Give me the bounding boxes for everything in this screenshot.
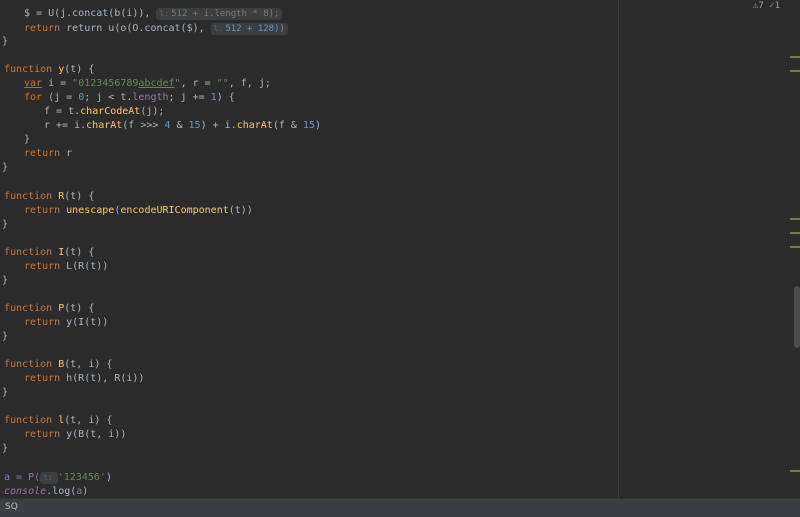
code-line: } <box>2 36 9 47</box>
error-stripe-marker[interactable] <box>790 70 800 72</box>
code-line: } <box>2 387 9 398</box>
code-editor[interactable]: $ = U(j.concat(b(i)), l: 512 + i.length *… <box>0 0 618 498</box>
code-line: } <box>2 275 9 286</box>
code-line: return h(R(t), R(i)) <box>24 373 145 384</box>
code-line: console.log(a) <box>4 486 89 497</box>
parameter-hint: t: <box>40 472 58 484</box>
vertical-scrollbar[interactable] <box>794 286 800 348</box>
code-line: r += i.charAt(f >>> 4 & 15) + i.charAt(f… <box>44 120 322 131</box>
code-line: return y(I(t)) <box>24 317 109 328</box>
code-line: function l(t, i) { <box>4 415 113 426</box>
error-stripe-marker[interactable] <box>790 218 800 220</box>
code-line: } <box>24 134 31 145</box>
code-line: return r <box>24 148 73 159</box>
code-line: return L(R(t)) <box>24 261 109 272</box>
code-line: a = P(t: '123456') <box>4 472 112 484</box>
code-line: function I(t) { <box>4 247 95 258</box>
code-line: return return u(o(O.concat($), l: 512 + 1… <box>0 8 288 35</box>
parameter-hint: l: 512 + 128)) <box>210 23 288 35</box>
code-line: } <box>2 219 9 230</box>
code-line: } <box>2 162 9 173</box>
code-line: return unescape(encodeURIComponent(t)) <box>24 205 253 216</box>
ok-count: 1 <box>774 1 780 11</box>
error-stripe-marker[interactable] <box>790 246 800 248</box>
parameter-hint: l: 512 + i.length * 8); <box>156 8 283 20</box>
error-stripe-marker[interactable] <box>790 470 800 472</box>
error-stripe-marker[interactable] <box>790 232 800 234</box>
code-line: function B(t, i) { <box>4 359 113 370</box>
warning-count: 7 <box>758 1 764 11</box>
code-line: function R(t) { <box>4 191 95 202</box>
code-line: function y(t) { <box>4 64 95 75</box>
code-line: } <box>2 331 9 342</box>
code-line: return y(B(t, i)) <box>24 429 127 440</box>
inspection-widget[interactable]: ⚠7 ✓1 <box>753 0 780 12</box>
code-line: f = t.charCodeAt(j); <box>44 106 165 117</box>
right-pane <box>619 0 800 498</box>
code-line: for (j = 0; j < t.length; j += 1) { <box>24 92 235 103</box>
code-line: function P(t) { <box>4 303 95 314</box>
error-stripe-marker[interactable] <box>790 56 800 58</box>
code-line: } <box>2 443 9 454</box>
status-bar: SQ <box>0 498 800 517</box>
status-label[interactable]: SQ <box>5 502 18 512</box>
code-line: var i = "0123456789abcdef", r = "", f, j… <box>24 78 271 89</box>
code-line: $ = U(j.concat(b(i)), l: 512 + i.length *… <box>0 0 283 20</box>
